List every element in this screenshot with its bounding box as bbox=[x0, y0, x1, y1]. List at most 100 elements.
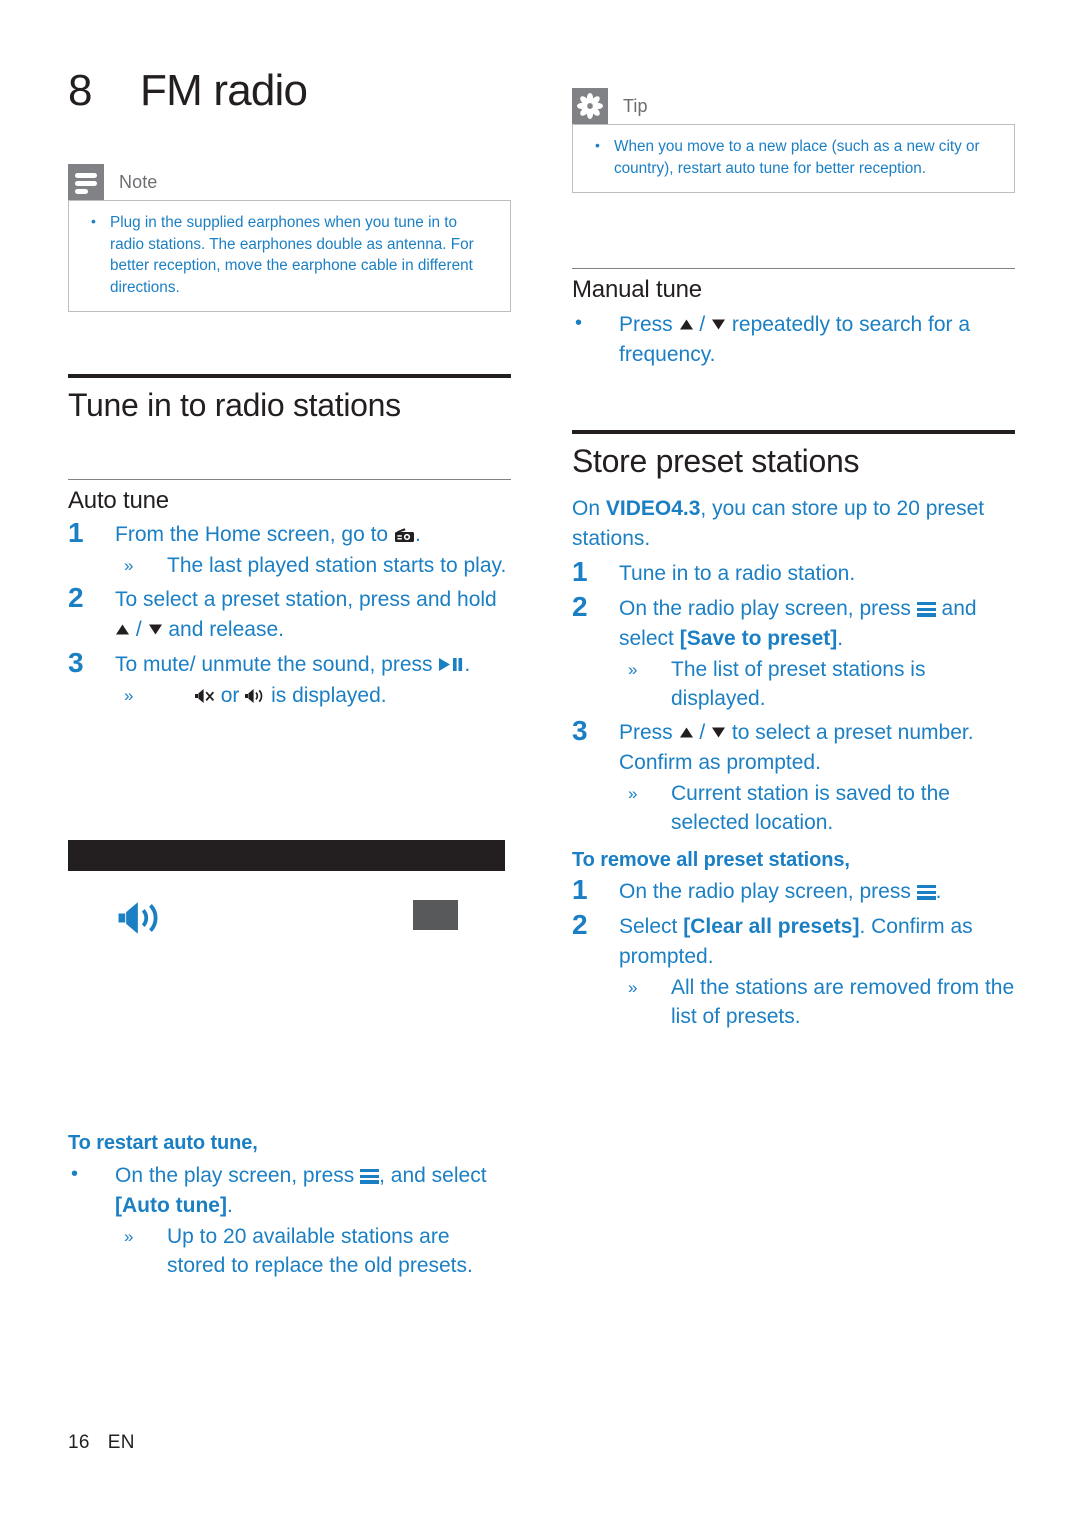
bullet-text-end: . bbox=[226, 1194, 233, 1217]
tune-section: Tune in to radio stations bbox=[68, 374, 511, 424]
tip-callout-header: Tip bbox=[572, 88, 1015, 124]
result-item: » Up to 20 available stations are stored… bbox=[115, 1222, 511, 1280]
step-text: To mute/ unmute the sound, press bbox=[115, 653, 433, 676]
store-preset-intro: On VIDEO4.3, you can store up to 20 pres… bbox=[572, 494, 1015, 554]
arrow-down-icon bbox=[712, 319, 726, 330]
result-item: » All the stations are removed from the … bbox=[619, 973, 1015, 1031]
step-item: 2 Select [Clear all presets]. Confirm as… bbox=[572, 909, 1015, 1031]
result-text: The list of preset stations is displayed… bbox=[671, 658, 926, 710]
step-number: 1 bbox=[68, 517, 84, 548]
step-item: 3 To mute/ unmute the sound, press . » o… bbox=[68, 647, 511, 710]
result-chevron: » bbox=[124, 686, 134, 705]
step-text: Tune in to a radio station. bbox=[619, 562, 856, 585]
step-keyword: [Clear all presets] bbox=[683, 915, 860, 938]
section-heading-tune: Tune in to radio stations bbox=[68, 387, 401, 423]
bullet-dot: • bbox=[71, 1163, 79, 1185]
fm-radio-play-screen-illustration bbox=[68, 840, 505, 1102]
hamburger-menu-icon bbox=[360, 1169, 380, 1184]
page-number: 16 bbox=[68, 1432, 90, 1453]
right-column: Tip When you move to a new place (such a… bbox=[572, 0, 1015, 1031]
result-chevron: » bbox=[628, 784, 638, 803]
step-keyword: [Save to preset] bbox=[679, 627, 838, 650]
step-item: 1 From the Home screen, go to . » The la… bbox=[68, 517, 511, 580]
result-item: » The last played station starts to play… bbox=[115, 551, 511, 580]
auto-tune-block: Auto tune 1 From the Home screen, go to … bbox=[68, 479, 511, 710]
result-text: All the stations are removed from the li… bbox=[671, 976, 1015, 1028]
page-footer: 16 EN bbox=[68, 1432, 135, 1454]
step-text: To select a preset station, press and ho… bbox=[115, 588, 497, 611]
arrow-down-icon bbox=[712, 727, 726, 738]
step-item: 1 Tune in to a radio station. bbox=[572, 556, 1015, 589]
tip-bullet: When you move to a new place (such as a … bbox=[589, 135, 998, 179]
step-text: From the Home screen, go to bbox=[115, 523, 389, 546]
page-language: EN bbox=[107, 1432, 135, 1453]
auto-tune-steps: 1 From the Home screen, go to . » The la… bbox=[68, 517, 511, 710]
step-item: 1 On the radio play screen, press . bbox=[572, 874, 1015, 907]
speaker-volume-icon bbox=[118, 900, 164, 941]
manual-tune-bullets: • Press / repeatedly to search for a fre… bbox=[572, 310, 1015, 370]
subsection-heading-auto-tune: Auto tune bbox=[68, 487, 169, 514]
step-number: 2 bbox=[68, 582, 84, 613]
step-number: 3 bbox=[572, 715, 588, 746]
mute-icon bbox=[194, 689, 214, 703]
arrow-up-icon bbox=[679, 727, 693, 738]
manual-tune-block: Manual tune • Press / repeatedly to sear… bbox=[572, 268, 1015, 370]
bullet-item: • Press / repeatedly to search for a fre… bbox=[572, 310, 1015, 370]
restart-auto-tune-block: To restart auto tune, • On the play scre… bbox=[68, 1126, 511, 1280]
result-chevron: » bbox=[628, 660, 638, 679]
step-item: 2 To select a preset station, press and … bbox=[68, 582, 511, 645]
left-column: 8 FM radio Note Plug in the supplied ear… bbox=[68, 0, 511, 1277]
bullet-text: Press bbox=[619, 313, 673, 336]
intro-model-name: VIDEO4.3 bbox=[605, 497, 701, 520]
result-text: Current station is saved to the selected… bbox=[671, 782, 950, 834]
remove-presets-steps: 1 On the radio play screen, press . 2 Se… bbox=[572, 874, 1015, 1031]
step-number: 3 bbox=[68, 647, 84, 678]
bullet-dot: • bbox=[575, 312, 583, 334]
hamburger-menu-icon bbox=[916, 602, 936, 617]
result-text: is displayed. bbox=[271, 684, 387, 707]
section-rule-thick bbox=[68, 374, 511, 378]
note-callout: Note Plug in the supplied earphones when… bbox=[68, 164, 511, 312]
step-text-tail: . bbox=[935, 880, 942, 903]
subsection-rule-thin bbox=[68, 479, 511, 480]
result-text: Up to 20 available stations are stored t… bbox=[167, 1225, 473, 1277]
arrow-down-icon bbox=[148, 624, 162, 635]
step-number: 2 bbox=[572, 909, 588, 940]
step-text-tail: and release. bbox=[168, 618, 284, 641]
step-text-tail: to select a preset number. Confirm as pr… bbox=[619, 721, 974, 774]
chapter-heading: 8 FM radio bbox=[68, 66, 511, 116]
step-results: » or is displayed. bbox=[115, 681, 511, 710]
intro-text-before: On bbox=[572, 497, 601, 520]
result-chevron: » bbox=[628, 978, 638, 997]
radio-icon bbox=[394, 528, 414, 542]
step-text: Press bbox=[619, 721, 673, 744]
note-callout-header: Note bbox=[68, 164, 511, 200]
subsection-heading-manual-tune: Manual tune bbox=[572, 276, 702, 303]
speaker-icon bbox=[245, 689, 263, 703]
step-item: 3 Press / to select a preset number. Con… bbox=[572, 715, 1015, 837]
manual-page: 8 FM radio Note Plug in the supplied ear… bbox=[0, 0, 1080, 1527]
result-item: » Current station is saved to the select… bbox=[619, 779, 1015, 837]
bullet-text: On the play screen, press bbox=[115, 1164, 355, 1187]
bullet-text-sep: / bbox=[699, 313, 706, 336]
step-text-tail: . bbox=[837, 627, 844, 650]
step-results: » The list of preset stations is display… bbox=[619, 655, 1015, 713]
arrow-up-icon bbox=[116, 624, 129, 635]
section-rule-thick bbox=[572, 430, 1015, 434]
step-text: On the radio play screen, press bbox=[619, 597, 911, 620]
play-pause-icon bbox=[439, 658, 463, 671]
result-text: The last played station starts to play. bbox=[167, 554, 507, 577]
step-text-sep: / bbox=[699, 721, 706, 744]
step-text-tail: . bbox=[414, 523, 421, 546]
bullet-text-mid: , and select bbox=[379, 1164, 487, 1187]
store-preset-steps: 1 Tune in to a radio station. 2 On the r… bbox=[572, 556, 1015, 837]
step-results: » All the stations are removed from the … bbox=[619, 973, 1015, 1031]
illustration-top-bar bbox=[68, 840, 505, 871]
note-bullet: Plug in the supplied earphones when you … bbox=[85, 211, 494, 298]
tip-callout: Tip When you move to a new place (such a… bbox=[572, 88, 1015, 193]
note-callout-label: Note bbox=[119, 171, 158, 192]
remove-presets-heading: To remove all preset stations, bbox=[572, 849, 850, 871]
restart-auto-tune-bullets: • On the play screen, press , and select… bbox=[68, 1161, 511, 1280]
bullet-results: » Up to 20 available stations are stored… bbox=[115, 1222, 511, 1280]
step-number: 1 bbox=[572, 556, 588, 587]
